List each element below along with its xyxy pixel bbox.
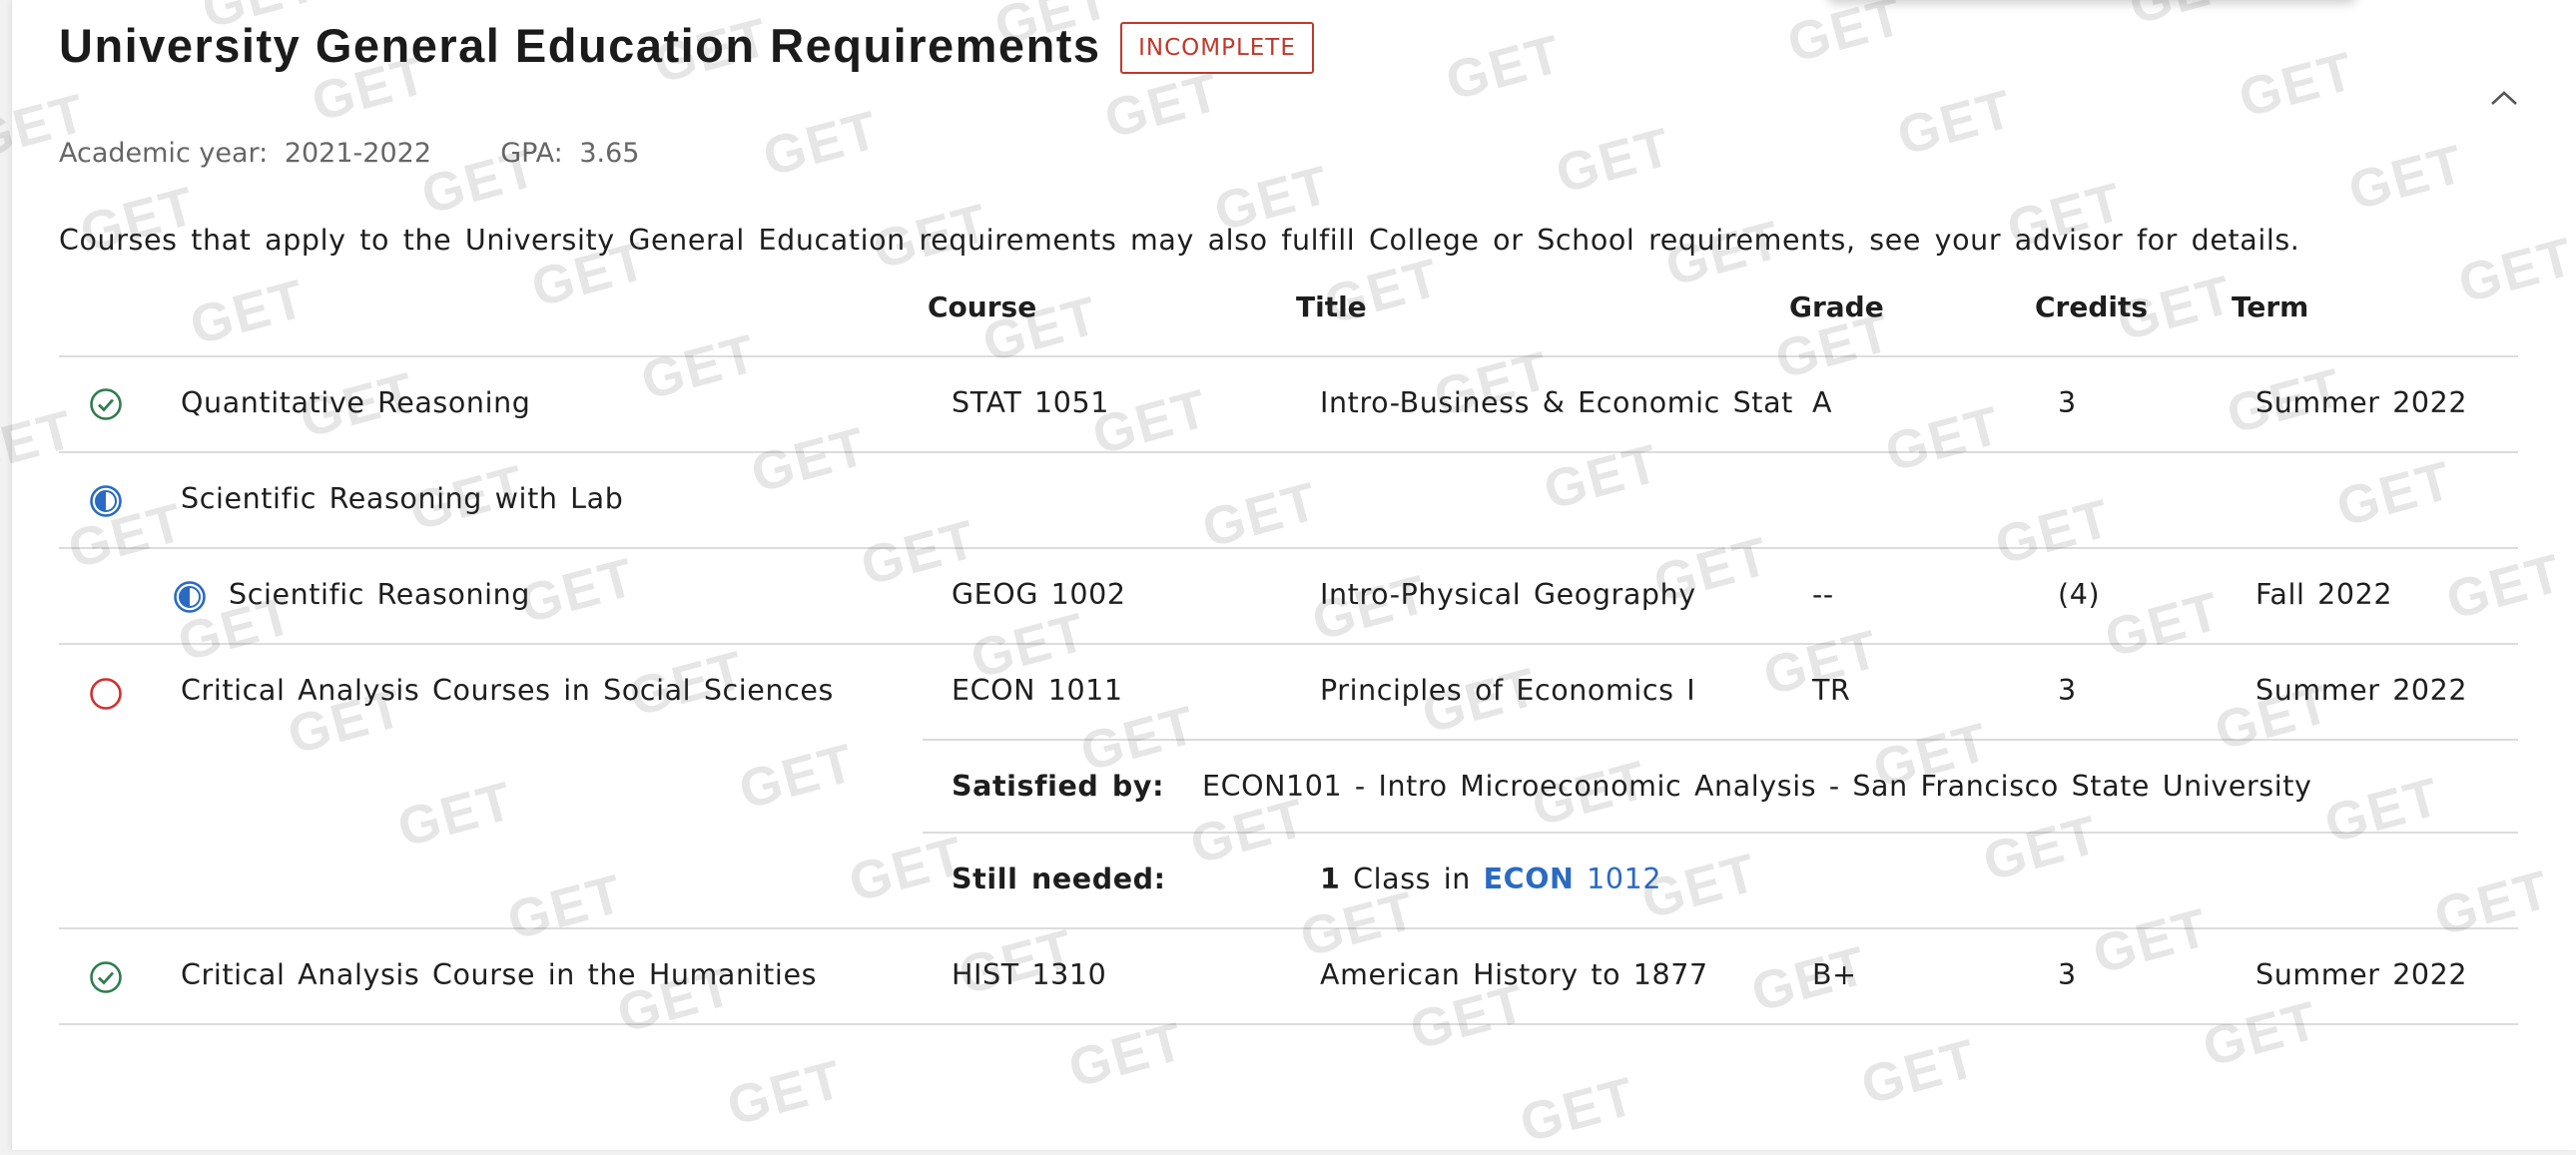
still-needed-label: Still needed: <box>952 863 1166 895</box>
course-code: STAT 1051 <box>952 386 1109 419</box>
check-circle-icon <box>90 961 122 993</box>
still-needed-text: Class in <box>1353 863 1471 895</box>
half-circle-icon <box>174 581 206 613</box>
column-header-credits: Credits <box>2035 290 2149 323</box>
course-term: Fall 2022 <box>2255 578 2393 611</box>
row-divider <box>59 927 2518 929</box>
still-needed-number[interactable]: 1012 <box>1587 863 1661 895</box>
course-grade: A <box>1812 386 1833 419</box>
gpa-label: GPA: <box>500 138 563 169</box>
satisfied-by-label: Satisfied by: <box>952 770 1165 803</box>
chevron-up-icon <box>2491 91 2517 105</box>
course-title: Principles of Economics I <box>1320 674 1696 707</box>
requirement-name[interactable]: Quantitative Reasoning <box>181 386 530 419</box>
still-needed-requirement: 1 Class in ECON 1012 <box>1320 863 1661 895</box>
still-needed-subject[interactable]: ECON <box>1484 863 1575 895</box>
column-header-course: Course <box>928 290 1037 323</box>
course-title: Intro-Business & Economic Stat <box>1320 386 1793 419</box>
course-term: Summer 2022 <box>2255 958 2468 991</box>
still-needed-course-link[interactable]: ECON 1012 <box>1484 863 1661 895</box>
empty-circle-icon <box>90 678 122 710</box>
course-credits: 3 <box>2058 674 2077 707</box>
check-circle-icon <box>90 388 122 420</box>
requirements-description: Courses that apply to the University Gen… <box>59 224 2300 257</box>
page-title: University General Education Requirement… <box>59 19 1101 72</box>
column-header-term: Term <box>2232 290 2309 323</box>
column-header-title: Title <box>1296 290 1367 323</box>
gpa-value: 3.65 <box>579 138 640 169</box>
course-title: American History to 1877 <box>1320 958 1708 991</box>
course-code: GEOG 1002 <box>952 578 1126 611</box>
course-credits: 3 <box>2058 958 2077 991</box>
academic-year-label: Academic year: <box>59 138 269 169</box>
row-divider <box>923 832 2518 834</box>
course-title: Intro-Physical Geography <box>1320 578 1696 611</box>
half-circle-icon <box>90 485 122 517</box>
row-divider <box>59 1023 2518 1025</box>
course-credits: 3 <box>2058 386 2077 419</box>
academic-meta: Academic year: 2021-2022 GPA: 3.65 <box>59 138 647 169</box>
satisfied-by-value: ECON101 - Intro Microeconomic Analysis -… <box>1202 770 2312 803</box>
academic-year-value: 2021-2022 <box>284 138 431 169</box>
collapse-button[interactable] <box>2486 80 2522 116</box>
course-term: Summer 2022 <box>2255 674 2468 707</box>
status-badge: INCOMPLETE <box>1120 22 1314 74</box>
course-grade: B+ <box>1812 958 1857 991</box>
course-grade: -- <box>1812 578 1834 611</box>
row-divider <box>59 355 2518 357</box>
requirement-name[interactable]: Critical Analysis Course in the Humaniti… <box>181 958 817 991</box>
course-code: ECON 1011 <box>952 674 1123 707</box>
row-divider <box>59 547 2518 549</box>
course-code: HIST 1310 <box>952 958 1107 991</box>
column-header-grade: Grade <box>1789 290 1884 323</box>
course-term: Summer 2022 <box>2255 386 2468 419</box>
requirement-name[interactable]: Critical Analysis Courses in Social Scie… <box>181 674 834 707</box>
requirement-name[interactable]: Scientific Reasoning with Lab <box>181 482 623 515</box>
course-credits: (4) <box>2058 578 2101 611</box>
still-needed-count: 1 <box>1320 863 1341 895</box>
course-grade: TR <box>1812 674 1851 707</box>
row-divider <box>59 451 2518 453</box>
row-divider <box>923 739 2518 741</box>
row-divider <box>59 643 2518 645</box>
requirement-name[interactable]: Scientific Reasoning <box>229 578 530 611</box>
